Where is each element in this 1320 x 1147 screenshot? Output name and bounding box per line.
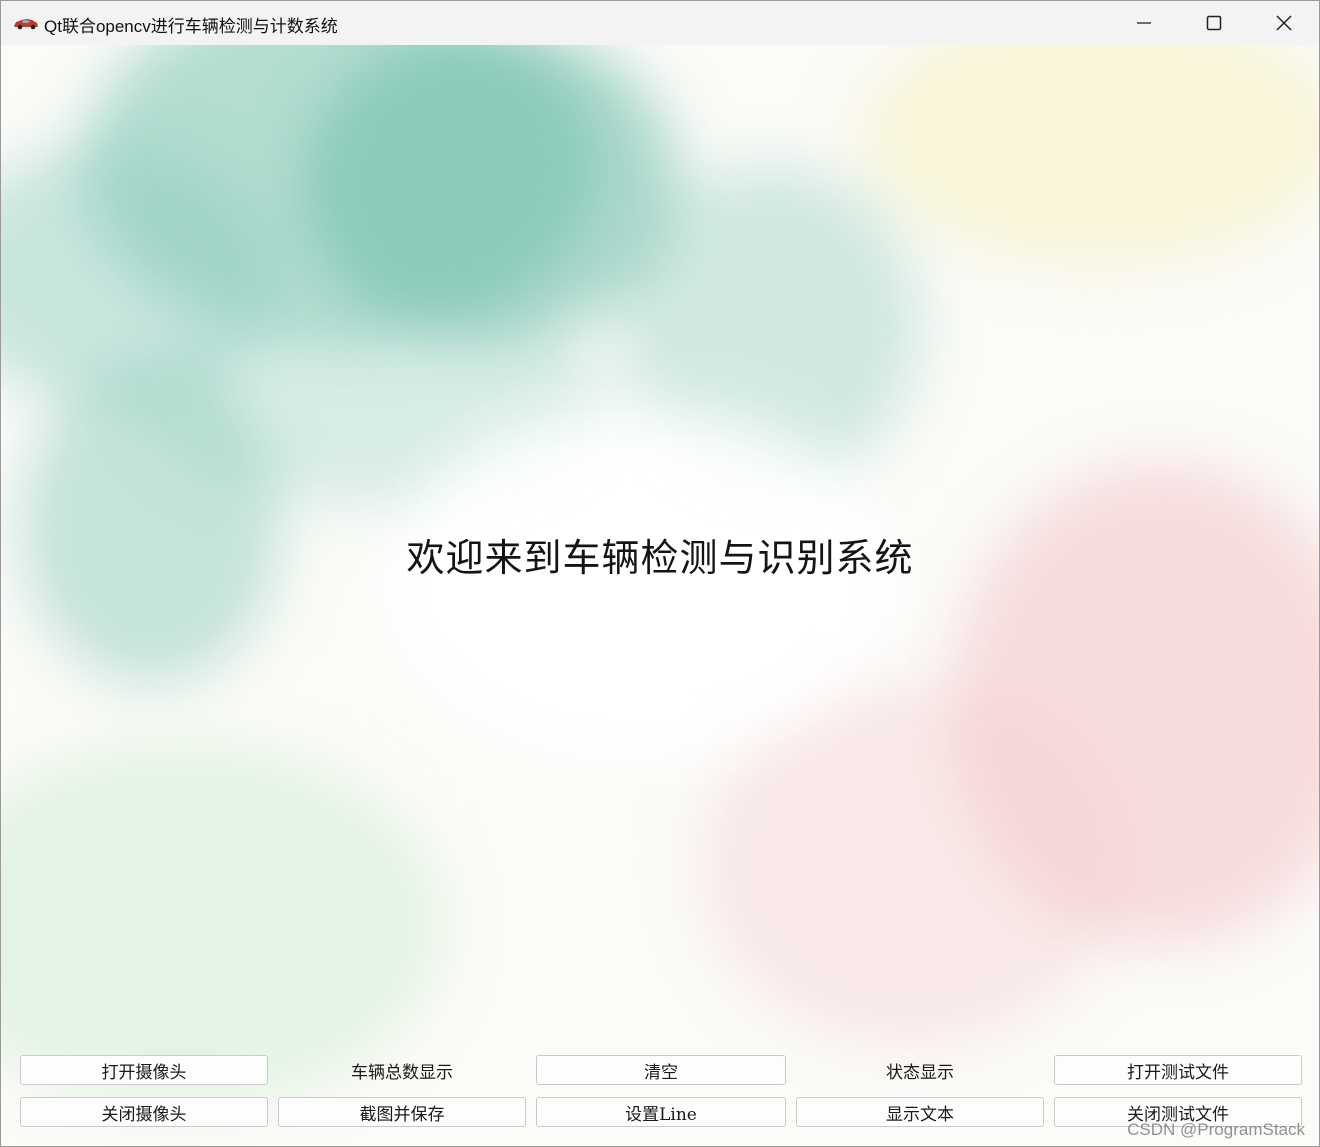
app-window: Qt联合opencv进行车辆检测与计数系统 欢迎来到车辆检测与识别系统 打开摄像… [0,0,1320,1147]
close-camera-button[interactable]: 关闭摄像头 [20,1097,268,1127]
close-icon [1276,15,1292,31]
watermark-text: CSDN @ProgramStack [1127,1120,1305,1139]
minimize-icon [1137,22,1151,24]
window-title: Qt联合opencv进行车辆检测与计数系统 [44,17,338,36]
set-line-button[interactable]: 设置Line [536,1097,786,1127]
welcome-heading: 欢迎来到车辆检测与识别系统 [406,536,914,580]
maximize-icon [1206,15,1222,31]
watercolor-background [1,45,1319,1146]
status-label: 状态显示 [886,1062,954,1083]
open-camera-button[interactable]: 打开摄像头 [20,1055,268,1085]
main-panel: 欢迎来到车辆检测与识别系统 打开摄像头 车辆总数显示 清空 状态显示 打开测试文… [1,45,1319,1146]
open-test-file-button[interactable]: 打开测试文件 [1054,1055,1302,1085]
vehicle-total-label: 车辆总数显示 [351,1062,453,1083]
title-bar[interactable]: Qt联合opencv进行车辆检测与计数系统 [1,1,1319,45]
red-car-icon [14,19,38,30]
show-text-button[interactable]: 显示文本 [796,1097,1044,1127]
minimize-button[interactable] [1109,1,1179,45]
close-button[interactable] [1249,1,1319,45]
clear-button[interactable]: 清空 [536,1055,786,1085]
maximize-button[interactable] [1179,1,1249,45]
screenshot-save-button[interactable]: 截图并保存 [278,1097,526,1127]
